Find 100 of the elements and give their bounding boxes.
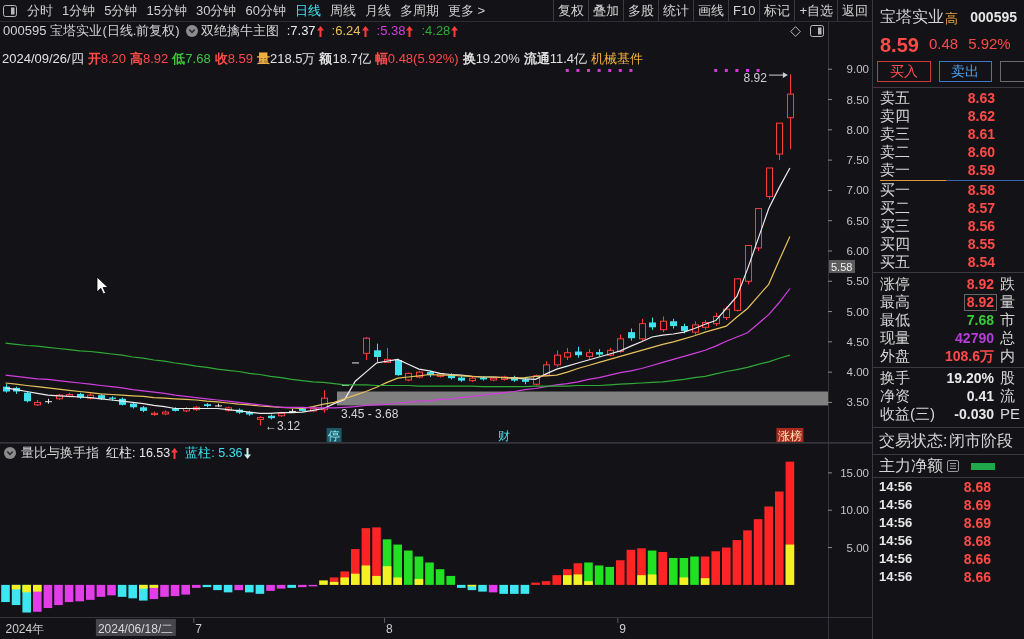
price-axis-label: 6.00	[846, 245, 869, 257]
price-axis-label: 4.50	[846, 335, 869, 348]
stat-label: 量	[1000, 293, 1016, 311]
indicator-value: 蓝柱: 5.36	[185, 444, 243, 462]
quote-field: 开8.20	[87, 49, 126, 69]
tick-price: 8.66	[963, 567, 991, 587]
net-flow-label: 主力净额	[879, 456, 943, 476]
order-price: 8.61	[967, 124, 995, 144]
tick-time: 14:56	[879, 478, 913, 497]
value-axis-label: 10.00	[840, 504, 869, 517]
indicator-name: 量比与换手指	[21, 444, 99, 462]
year-label: 2024年	[5, 622, 45, 636]
stock-tag: 高	[945, 11, 958, 27]
stat-value: 42790	[954, 329, 995, 347]
last-price: 8.59	[880, 33, 919, 56]
price-axis-label: 5.00	[846, 305, 869, 318]
stat-label: 净资	[880, 387, 910, 405]
stat-label: 流	[1000, 387, 1016, 405]
price-change: 0.48	[928, 34, 959, 55]
quote-field: 收8.59	[214, 49, 253, 69]
stat-label: 跌	[1000, 275, 1016, 293]
stat-value: -0.030	[953, 404, 995, 424]
indicator-name: 双绝擒牛主图	[200, 22, 279, 41]
chart-title: 宝塔实业(日线.前复权)	[50, 22, 180, 41]
order-price: 8.56	[967, 216, 995, 236]
order-level-label: 买四	[880, 235, 910, 253]
order-price: 8.57	[967, 198, 995, 218]
value-axis-label: 15.00	[840, 466, 869, 479]
status-value: 闭市阶段	[949, 431, 1014, 451]
stat-label: PE	[1000, 405, 1021, 423]
indicator-value: :4.28	[421, 22, 451, 41]
stock-code: 000595	[3, 22, 47, 41]
quote-field: 低7.68	[172, 49, 211, 69]
tick-price: 8.68	[963, 477, 991, 497]
stat-label: 最高	[880, 293, 910, 311]
quote-field: 高8.92	[130, 49, 169, 69]
cursor-date-label: 2024/06/18/二	[95, 619, 176, 636]
stat-value: 108.6万	[943, 347, 995, 365]
price-axis-label: 9.00	[846, 63, 869, 76]
stat-label: 换手	[880, 369, 910, 387]
stat-label: 股	[1000, 369, 1016, 387]
cursor-price-label: 5.58	[829, 260, 855, 273]
price-axis-label: 5.50	[846, 275, 869, 288]
price-axis-label: 6.50	[846, 214, 869, 227]
low-price-label: ←3.12	[264, 418, 301, 433]
price-axis-label: 4.00	[846, 366, 869, 379]
high-price-label: 8.92	[743, 71, 767, 86]
order-level-label: 卖五	[880, 89, 910, 107]
order-level-label: 买五	[880, 253, 910, 271]
tick-price: 8.69	[963, 495, 991, 515]
band-range-label: 3.45 - 3.68	[341, 406, 399, 421]
quote-field: 流通11.4亿	[523, 49, 588, 69]
quote-field: 量218.5万	[256, 49, 316, 69]
stat-label: 最低	[880, 311, 910, 329]
stat-value: 8.92	[963, 293, 997, 311]
order-level-label: 买二	[880, 199, 910, 217]
tick-price: 8.66	[963, 549, 991, 569]
order-price: 8.60	[967, 142, 995, 162]
stock-name: 宝塔实业	[880, 7, 944, 27]
stat-label: 现量	[880, 329, 910, 347]
price-axis-label: 7.00	[846, 184, 869, 197]
quote-field: 幅0.48(5.92%)	[374, 49, 459, 69]
indicator-value: 红柱: 16.53	[106, 444, 171, 462]
tick-price: 8.68	[963, 531, 991, 551]
tick-time: 14:56	[879, 514, 913, 533]
indicator-value: :7.37	[286, 22, 316, 41]
stat-label: 市	[1000, 311, 1016, 329]
sector-label: 机械基件	[591, 50, 644, 69]
date-axis-label: 9	[619, 622, 626, 636]
stat-label: 涨停	[880, 275, 910, 293]
tick-price: 8.69	[963, 513, 991, 533]
order-level-label: 买一	[880, 181, 910, 199]
quote-field: 换19.20%	[462, 49, 520, 69]
order-level-label: 卖一	[880, 161, 910, 179]
price-axis-label: 8.50	[846, 93, 869, 106]
tick-time: 14:56	[879, 532, 913, 551]
stock-code: 000595	[970, 8, 1017, 27]
price-axis-label: 8.00	[846, 123, 869, 136]
order-level-label: 卖三	[880, 125, 910, 143]
tick-time: 14:56	[879, 568, 913, 587]
status-label: 交易状态:	[879, 431, 948, 451]
value-axis-label: 5.00	[846, 541, 869, 554]
stat-value: 8.92	[965, 275, 995, 293]
tick-time: 14:56	[879, 496, 913, 515]
order-price: 8.59	[967, 160, 995, 180]
order-level-label: 买三	[880, 217, 910, 235]
indicator-value: :6.24	[331, 22, 361, 41]
stat-value: 0.41	[965, 386, 995, 406]
stat-value: 7.68	[965, 311, 995, 329]
order-price: 8.55	[967, 234, 995, 254]
quote-field: 额18.7亿	[319, 49, 371, 69]
order-level-label: 卖四	[880, 107, 910, 125]
price-change-percent: 5.92%	[968, 34, 1011, 55]
order-level-label: 卖二	[880, 143, 910, 161]
tick-time: 14:56	[879, 550, 913, 569]
date-axis-label: 7	[195, 622, 202, 636]
price-axis-label: 3.50	[846, 396, 869, 409]
indicator-value: :5.38	[376, 22, 406, 41]
order-price: 8.62	[967, 106, 995, 126]
stat-value: 19.20%	[945, 368, 995, 388]
